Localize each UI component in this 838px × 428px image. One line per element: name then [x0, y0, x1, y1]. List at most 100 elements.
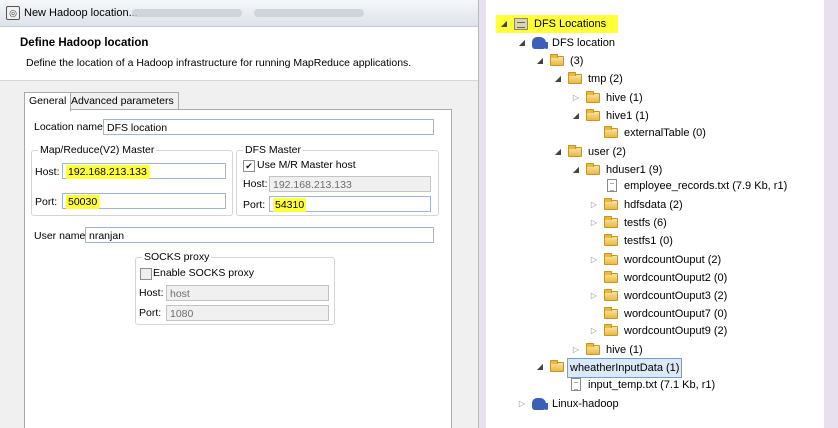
tab-advanced-parameters[interactable]: Advanced parameters [66, 92, 179, 110]
folder-icon [586, 91, 600, 103]
folder-icon [604, 126, 618, 138]
expanded-arrow-icon[interactable]: ◢ [535, 358, 545, 376]
tree-item-label: hive (1) [606, 92, 643, 104]
dialog-titlebar: ◎ New Hadoop location... [0, 0, 478, 27]
project-explorer-tree: ◢ DFS Locations ◢ DFS location ◢ (3) ◢ tmp (2) ▷… [486, 0, 824, 428]
dfs-host-label: Host: [243, 178, 268, 190]
tree-item-wordcountouput2[interactable]: wordcountOuput2 (0) [486, 269, 824, 287]
dfs-port-input[interactable]: 54310 [269, 196, 431, 212]
collapsed-arrow-icon[interactable]: ▷ [589, 251, 599, 269]
header-description: Define the location of a Hadoop infrastr… [26, 57, 412, 69]
mr-host-label: Host: [35, 166, 60, 178]
tree-item-label: wordcountOuput3 (2) [624, 290, 728, 302]
socks-host-label: Host: [139, 287, 164, 299]
collapsed-arrow-icon[interactable]: ▷ [589, 214, 599, 232]
tree-item-hive-user[interactable]: ▷ hive (1) [486, 341, 824, 359]
tree-item-hdfsdata[interactable]: ▷ hdfsdata (2) [486, 196, 824, 214]
tree-item-label: testfs1 (0) [624, 235, 673, 247]
folder-icon [604, 253, 618, 265]
tree-item-label: Linux-hadoop [552, 398, 619, 410]
collapsed-arrow-icon[interactable]: ▷ [571, 89, 581, 107]
elephant-icon [532, 37, 548, 49]
folder-icon [604, 271, 618, 283]
user-name-input[interactable]: nranjan [85, 227, 434, 243]
mr-host-value: 192.168.213.133 [66, 165, 149, 179]
tab-general[interactable]: General [24, 92, 72, 111]
folder-icon [604, 324, 618, 336]
tree-item-hive1[interactable]: ◢ hive1 (1) [486, 107, 824, 125]
tree-item-wordcountouput3[interactable]: ▷ wordcountOuput3 (2) [486, 287, 824, 305]
tree-item-wordcountouput9[interactable]: ▷ wordcountOuput9 (2) [486, 322, 824, 340]
folder-icon [604, 198, 618, 210]
tree-item-label: externalTable (0) [624, 127, 706, 139]
dfs-master-title: DFS Master [243, 144, 304, 156]
tree-item-hive[interactable]: ▷ hive (1) [486, 89, 824, 107]
tree-item-testfs1[interactable]: testfs1 (0) [486, 232, 824, 250]
folder-icon [586, 109, 600, 121]
expanded-arrow-icon[interactable]: ◢ [535, 52, 545, 70]
folder-icon [550, 54, 564, 66]
folder-icon [604, 289, 618, 301]
user-name-label: User name: [34, 230, 89, 242]
expanded-arrow-icon[interactable]: ◢ [571, 107, 581, 125]
header-title: Define Hadoop location [20, 37, 149, 49]
tree-item-externaltable[interactable]: externalTable (0) [486, 124, 824, 142]
socks-proxy-title: SOCKS proxy [142, 251, 212, 263]
tree-item-linux-hadoop[interactable]: ▷ Linux-hadoop [486, 395, 824, 413]
tree-item-root[interactable]: ◢ (3) [486, 52, 824, 70]
folder-icon [586, 343, 600, 355]
tree-item-testfs[interactable]: ▷ testfs (6) [486, 214, 824, 232]
tree-item-label: wheatherInputData (1) [567, 358, 683, 378]
folder-icon [586, 163, 600, 175]
folder-icon [604, 234, 618, 246]
tree-item-dfs-location[interactable]: ◢ DFS location [486, 34, 824, 52]
expanded-arrow-icon[interactable]: ◢ [553, 143, 563, 161]
tree-item-input-temp[interactable]: input_temp.txt (7.1 Kb, r1) [486, 376, 824, 394]
tree-item-label: (3) [570, 55, 584, 67]
collapsed-arrow-icon[interactable]: ▷ [589, 287, 599, 305]
collapsed-arrow-icon[interactable]: ▷ [589, 196, 599, 214]
expanded-arrow-icon[interactable]: ◢ [499, 15, 509, 33]
mr-port-input[interactable]: 50030 [62, 193, 226, 209]
collapsed-arrow-icon[interactable]: ▷ [571, 341, 581, 359]
folder-icon [604, 216, 618, 228]
folder-icon [568, 72, 582, 84]
blurred-region [254, 9, 364, 17]
collapsed-arrow-icon[interactable]: ▷ [589, 322, 599, 340]
folder-icon [568, 145, 582, 157]
collapsed-arrow-icon[interactable]: ▷ [517, 395, 527, 413]
tree-item-label: hive (1) [606, 344, 643, 356]
dfs-port-label: Port: [243, 199, 266, 211]
tree-item-wordcountouput7[interactable]: wordcountOuput7 (0) [486, 305, 824, 323]
dfs-icon [514, 18, 528, 30]
expanded-arrow-icon[interactable]: ◢ [517, 34, 527, 52]
hadoop-location-dialog: ◎ New Hadoop location... Define Hadoop l… [0, 0, 479, 428]
location-name-input[interactable]: DFS location [103, 119, 434, 135]
background-strip [824, 0, 838, 428]
tree-item-dfs-locations[interactable]: ◢ DFS Locations [486, 15, 824, 33]
tree-item-wordcountouput[interactable]: ▷ wordcountOuput (2) [486, 251, 824, 269]
socks-port-input[interactable]: 1080 [166, 305, 329, 321]
separator-strip [479, 0, 486, 428]
mr-port-label: Port: [35, 196, 58, 208]
dfs-port-value: 54310 [273, 198, 307, 212]
enable-socks-checkbox[interactable] [140, 268, 152, 280]
mr-master-title: Map/Reduce(V2) Master [38, 144, 157, 156]
mr-port-value: 50030 [66, 195, 100, 209]
tree-item-employee-records[interactable]: employee_records.txt (7.9 Kb, r1) [486, 177, 824, 195]
folder-icon [550, 360, 564, 372]
socks-host-input[interactable]: host [166, 285, 329, 301]
tree-item-label: hive1 (1) [606, 110, 649, 122]
tree-item-label: tmp (2) [588, 73, 623, 85]
tree-item-wheatherinputdata[interactable]: ◢ wheatherInputData (1) [486, 358, 824, 378]
use-mr-master-checkbox[interactable]: ✔ [243, 160, 255, 172]
dfs-host-input[interactable]: 192.168.213.133 [269, 176, 431, 192]
expanded-arrow-icon[interactable]: ◢ [553, 70, 563, 88]
tree-item-tmp[interactable]: ◢ tmp (2) [486, 70, 824, 88]
use-mr-master-label: Use M/R Master host [257, 159, 356, 171]
mr-host-input[interactable]: 192.168.213.133 [62, 163, 226, 179]
tree-item-label: wordcountOuput2 (0) [624, 272, 728, 284]
tree-item-user[interactable]: ◢ user (2) [486, 143, 824, 161]
elephant-icon [532, 398, 548, 410]
tree-item-label: DFS location [552, 37, 615, 49]
